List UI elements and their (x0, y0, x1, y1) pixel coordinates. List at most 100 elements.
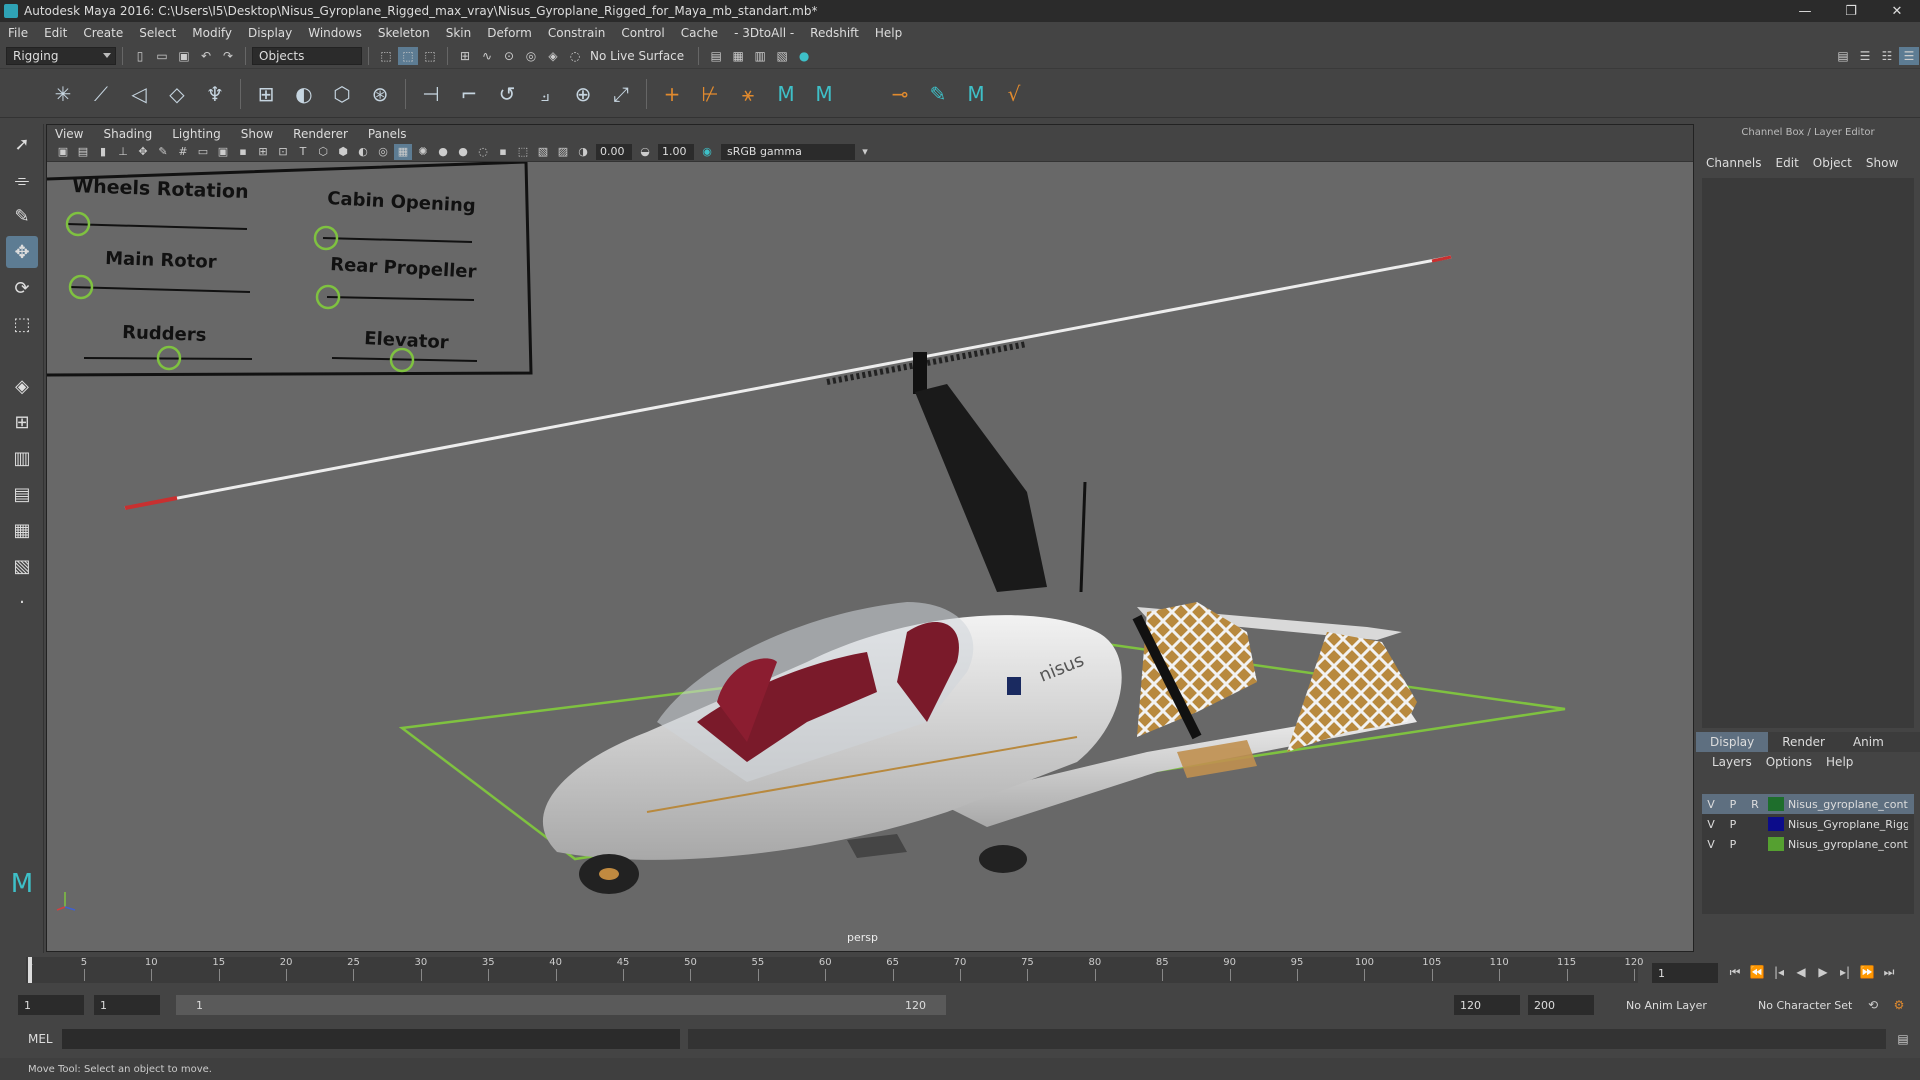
save-scene-icon[interactable]: ▣ (174, 47, 194, 65)
insert-joint-icon[interactable]: ⟋ (86, 79, 116, 109)
command-language-label[interactable]: MEL (28, 1032, 53, 1046)
select-tool-icon[interactable]: ➚ (6, 128, 38, 160)
exposure-icon[interactable]: ◑ (574, 144, 592, 160)
scene-start-field[interactable]: 1 (18, 995, 84, 1015)
single-perspective-icon[interactable]: ⊞ (6, 406, 38, 438)
persp-graph-icon[interactable]: ▦ (6, 514, 38, 546)
select-hierarchy-icon[interactable]: ⬚ (376, 47, 396, 65)
point-constraint-icon[interactable]: ↺ (492, 79, 522, 109)
step-back-key-icon[interactable]: ⏪ (1747, 963, 1767, 981)
rotate-tool-icon[interactable]: ⟳ (6, 272, 38, 304)
menu-edit[interactable]: Edit (44, 26, 67, 40)
camera-select-icon[interactable]: ▣ (54, 144, 72, 160)
camera-attr-icon[interactable]: ▤ (74, 144, 92, 160)
menu-file[interactable]: File (8, 26, 28, 40)
go-to-start-icon[interactable]: ⏮ (1725, 963, 1745, 981)
wireframe-on-shaded-icon[interactable]: ◎ (374, 144, 392, 160)
playback-end-field[interactable]: 120 (1454, 995, 1520, 1015)
render-view-icon[interactable]: ▧ (772, 47, 792, 65)
exposure-field[interactable]: 0.00 (596, 143, 632, 160)
redshift-icon-2[interactable]: M (809, 79, 839, 109)
layer-row[interactable]: V P Nisus_Gyroplane_Rigg (1702, 814, 1914, 834)
menu-modify[interactable]: Modify (192, 26, 232, 40)
xray-icon[interactable]: ▦ (394, 143, 412, 160)
layer-reference-toggle[interactable]: R (1746, 796, 1764, 812)
layer-visibility-toggle[interactable]: V (1702, 836, 1720, 852)
redo-icon[interactable]: ↷ (218, 47, 238, 65)
menu-display[interactable]: Display (248, 26, 292, 40)
menu-skin[interactable]: Skin (446, 26, 472, 40)
view-transform-dropdown[interactable]: sRGB gamma (721, 143, 855, 160)
isolate-select-icon[interactable]: ⬚ (514, 144, 532, 160)
select-object-icon[interactable]: ⬚ (398, 46, 418, 65)
tab-display[interactable]: Display (1696, 732, 1769, 752)
render-settings-icon[interactable]: ▤ (706, 47, 726, 65)
orient-joint-icon[interactable]: ◇ (162, 79, 192, 109)
anim-layer-dropdown[interactable]: No Anim Layer (1620, 995, 1742, 1015)
attribute-editor-icon[interactable]: ☰ (1855, 47, 1875, 65)
scale-tool-icon[interactable]: ⬚ (6, 308, 38, 340)
field-chart-icon[interactable]: ⊞ (254, 144, 272, 160)
gamma-icon[interactable]: ◒ (636, 144, 654, 160)
layer-playback-toggle[interactable]: P (1724, 836, 1742, 852)
auto-key-icon[interactable]: ⟲ (1863, 996, 1883, 1014)
new-scene-icon[interactable]: ▯ (130, 47, 150, 65)
menuset-dropdown[interactable]: Rigging (6, 46, 116, 65)
scene-view[interactable]: nisus Wheels Rotation Cabin Opening Main… (47, 162, 1693, 952)
close-button[interactable]: ✕ (1874, 0, 1920, 22)
persp-outliner-icon[interactable]: ▤ (6, 478, 38, 510)
panel-menu-renderer[interactable]: Renderer (293, 127, 348, 141)
gamma-field[interactable]: 1.00 (658, 143, 694, 160)
layer-visibility-toggle[interactable]: V (1702, 816, 1720, 832)
menu-select[interactable]: Select (139, 26, 176, 40)
play-backward-icon[interactable]: ◀ (1791, 963, 1811, 981)
play-forward-icon[interactable]: ▶ (1813, 963, 1833, 981)
bookmark-icon[interactable]: ▮ (94, 144, 112, 160)
ik-spline-icon[interactable]: ⌐ (454, 79, 484, 109)
create-joints-icon[interactable]: ✳ (48, 79, 78, 109)
image-plane-icon[interactable]: ⊥ (114, 144, 132, 160)
paint-weights-icon[interactable]: ◐ (289, 79, 319, 109)
current-frame-field[interactable]: 1 (1652, 963, 1718, 983)
tab-render[interactable]: Render (1768, 732, 1839, 752)
layer-playback-toggle[interactable]: P (1724, 796, 1742, 812)
time-slider[interactable]: 1510152025303540455055606570758085909510… (0, 953, 1920, 987)
le-menu-options[interactable]: Options (1766, 755, 1812, 769)
layer-color-swatch[interactable] (1768, 837, 1784, 851)
ik-handle-icon[interactable]: ⊣ (416, 79, 446, 109)
anim-prefs-icon[interactable]: ⚙ (1889, 996, 1909, 1014)
layer-reference-toggle[interactable] (1746, 816, 1764, 832)
two-d-pan-icon[interactable]: ✥ (134, 144, 152, 160)
current-time-marker[interactable] (28, 957, 32, 983)
time-ruler[interactable]: 1510152025303540455055606570758085909510… (26, 957, 1644, 983)
parent-constraint-icon[interactable]: ⤢ (606, 79, 636, 109)
snap-surface-icon[interactable]: ◈ (543, 47, 563, 65)
menu-control[interactable]: Control (621, 26, 664, 40)
cb-menu-show[interactable]: Show (1866, 156, 1898, 170)
cb-menu-edit[interactable]: Edit (1776, 156, 1799, 170)
menu-windows[interactable]: Windows (308, 26, 362, 40)
safe-action-icon[interactable]: ⊡ (274, 144, 292, 160)
antialias-icon[interactable]: ▪ (494, 144, 512, 160)
checkmark-icon[interactable]: √ (999, 79, 1029, 109)
layer-color-swatch[interactable] (1768, 797, 1784, 811)
layer-visibility-toggle[interactable]: V (1702, 796, 1720, 812)
snap-point-icon[interactable]: ⊙ (499, 47, 519, 65)
bind-skin-icon[interactable]: ⊞ (251, 79, 281, 109)
maximize-button[interactable]: ❐ (1828, 0, 1874, 22)
cb-menu-channels[interactable]: Channels (1706, 156, 1762, 170)
le-menu-layers[interactable]: Layers (1712, 755, 1752, 769)
locator-icon[interactable]: + (657, 79, 687, 109)
key-icon[interactable]: ⊸ (885, 79, 915, 109)
menu-3dtoall[interactable]: - 3DtoAll - (734, 26, 794, 40)
tool-settings-icon[interactable]: ☷ (1877, 47, 1897, 65)
menu-create[interactable]: Create (83, 26, 123, 40)
channel-list-area[interactable] (1702, 178, 1914, 728)
safe-title-icon[interactable]: T (294, 144, 312, 160)
film-gate-icon[interactable]: ▭ (194, 144, 212, 160)
redshift-icon-1[interactable]: M (771, 79, 801, 109)
wireframe-icon[interactable]: ⬡ (314, 144, 332, 160)
quick-rig-icon[interactable]: ♆ (200, 79, 230, 109)
live-surface-icon[interactable]: ◌ (565, 47, 585, 65)
pin-icon[interactable]: ✎ (923, 79, 953, 109)
